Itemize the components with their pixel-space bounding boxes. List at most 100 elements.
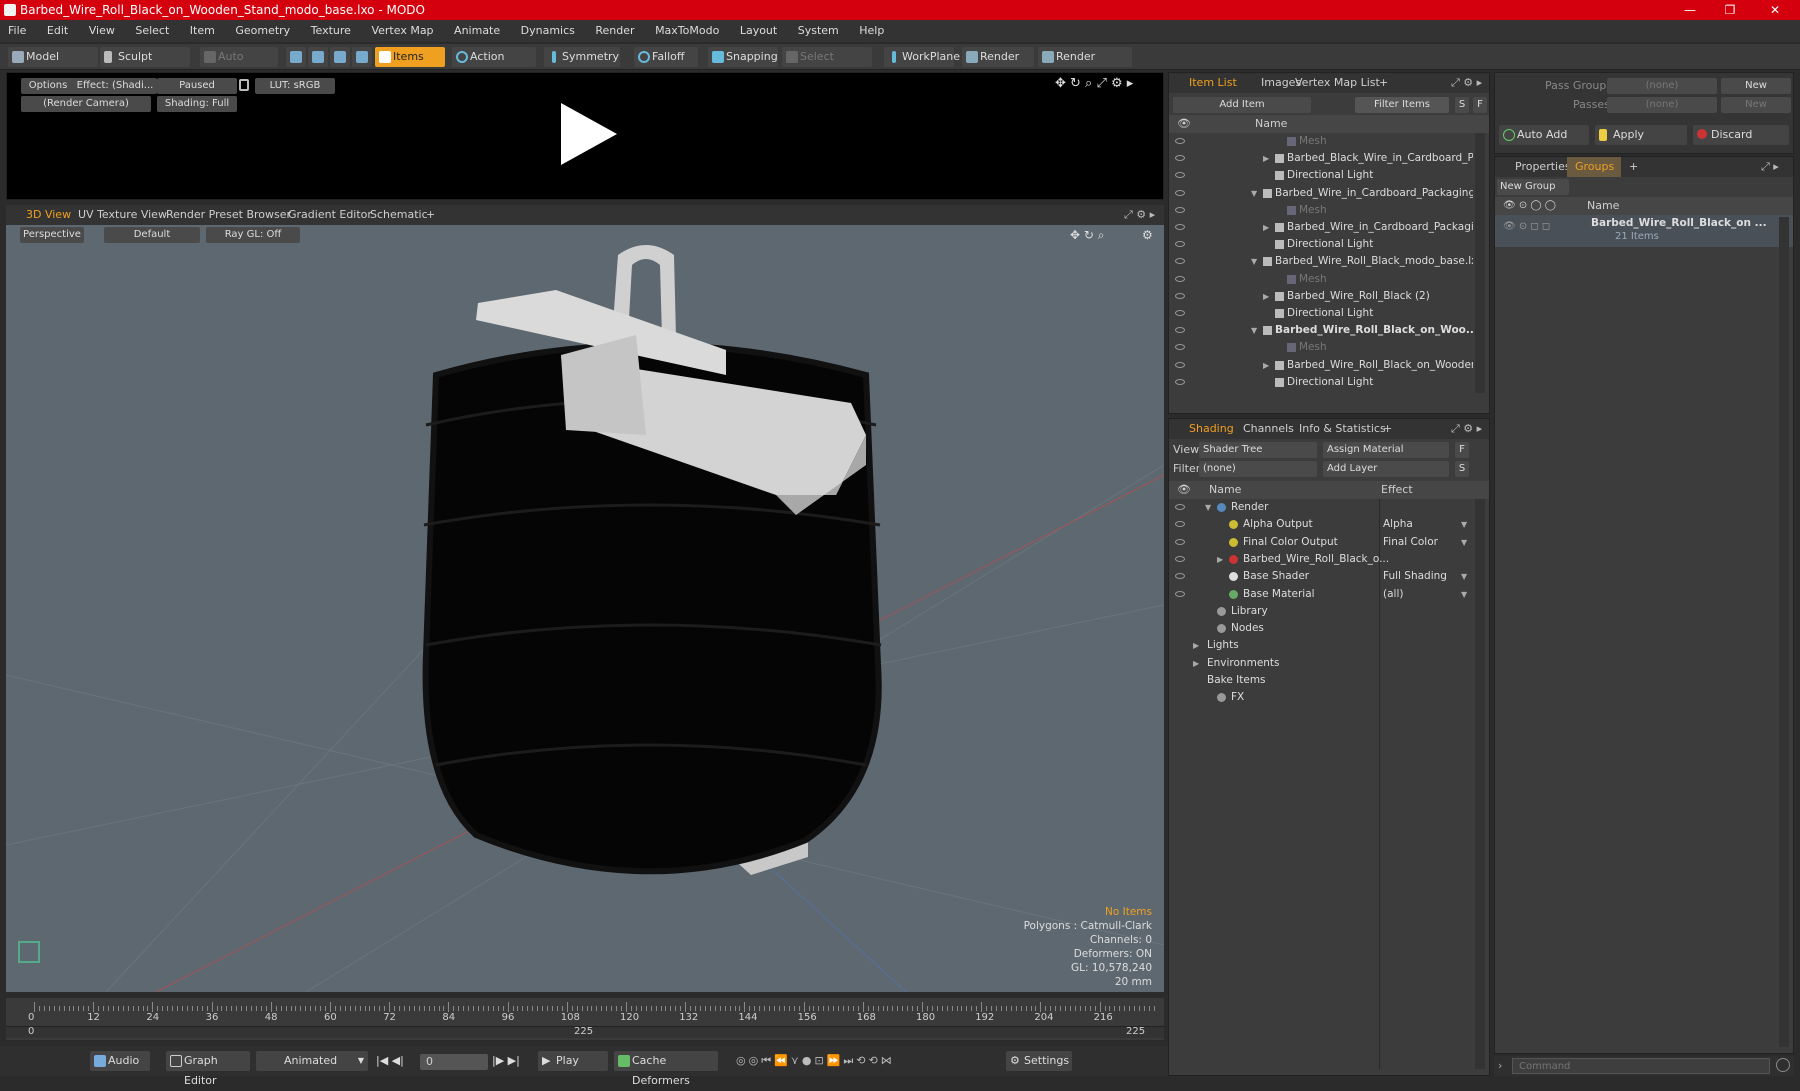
chevron-down-icon[interactable]: ▼ <box>1461 516 1467 533</box>
lock-icon[interactable] <box>239 79 249 91</box>
item-list-row[interactable]: Mesh <box>1169 133 1473 150</box>
tab-channels[interactable]: Channels <box>1243 419 1294 439</box>
play-button[interactable]: ▶ Play <box>538 1051 608 1071</box>
panel-options-icon[interactable]: ⤢ ⚙ ▸ <box>1451 73 1482 93</box>
chevron-right-icon[interactable]: ▶ <box>1263 150 1269 167</box>
visibility-eye-icon[interactable] <box>1175 292 1185 299</box>
settings-button[interactable]: ⚙ Settings <box>1006 1051 1072 1071</box>
viewport-options-icon[interactable]: ⤢ ⚙ ▸ <box>1124 205 1155 225</box>
shader-tree-row[interactable]: ▼ Render <box>1169 499 1473 516</box>
falloff-button[interactable]: Falloff <box>634 47 698 67</box>
chevron-down-icon[interactable]: ▼ <box>1251 253 1257 270</box>
shading-s-button[interactable]: S <box>1455 461 1469 477</box>
chevron-right-icon[interactable]: ▶ <box>1263 357 1269 374</box>
tab-vertex-map-list[interactable]: Vertex Map List <box>1295 73 1380 93</box>
item-list-row[interactable]: ▼ Barbed_Wire_in_Cardboard_Packaging_... <box>1169 185 1473 202</box>
chevron-right-icon[interactable]: ▶ <box>1263 288 1269 305</box>
shader-tree-scrollbar[interactable] <box>1475 499 1485 1069</box>
chevron-right-icon[interactable]: ▶ <box>1217 551 1223 568</box>
shader-tree-row[interactable]: Base Shader Full Shading ▼ <box>1169 568 1473 585</box>
pass-groups-dropdown[interactable]: (none) <box>1607 78 1717 94</box>
item-list-row[interactable]: ▶ Barbed_Wire_Roll_Black_on_Wooden ... <box>1169 357 1473 374</box>
menu-dynamics[interactable]: Dynamics <box>521 24 575 37</box>
chevron-right-icon[interactable]: ▶ <box>1263 219 1269 236</box>
item-list-row[interactable]: Mesh <box>1169 202 1473 219</box>
audio-button[interactable]: Audio <box>90 1051 150 1071</box>
shader-effect-dropdown[interactable]: (all) <box>1383 586 1403 603</box>
item-list-row[interactable]: ▶ Barbed_Black_Wire_in_Cardboard_Pa... <box>1169 150 1473 167</box>
chevron-down-icon[interactable]: ▼ <box>1461 586 1467 603</box>
visibility-eye-icon[interactable] <box>1175 378 1185 385</box>
filter-items-input[interactable]: Filter Items <box>1355 97 1449 113</box>
timeline-range-bar[interactable]: 0 225 225 <box>6 1026 1164 1038</box>
item-list-row[interactable]: Mesh <box>1169 339 1473 356</box>
new-pass-button[interactable]: New <box>1721 97 1791 113</box>
raygl-dropdown[interactable]: Ray GL: Off <box>206 227 300 243</box>
preview-paused-button[interactable]: Paused <box>157 78 237 94</box>
visibility-eye-icon[interactable] <box>1175 555 1185 562</box>
perspective-dropdown[interactable]: Perspective <box>20 227 84 243</box>
menu-layout[interactable]: Layout <box>740 24 777 37</box>
command-history-icon[interactable] <box>1776 1058 1790 1072</box>
view-dropdown[interactable]: Shader Tree <box>1199 442 1317 458</box>
visibility-eye-icon[interactable] <box>1175 344 1185 351</box>
select-through-button[interactable]: Select Through <box>782 47 872 83</box>
symmetry-button[interactable]: Symmetry <box>544 47 620 67</box>
shader-effect-dropdown[interactable]: Full Shading <box>1383 568 1447 585</box>
tab-render-preset-browser[interactable]: Render Preset Browser <box>166 205 291 225</box>
add-tab-button[interactable]: + <box>1629 157 1638 177</box>
action-center-button[interactable]: Action Center <box>452 47 536 83</box>
auto-add-button[interactable]: Auto Add <box>1499 125 1589 145</box>
visibility-eye-icon[interactable] <box>1175 224 1185 230</box>
materials-mode-button[interactable] <box>352 47 372 67</box>
tab-3d-view[interactable]: 3D View <box>26 205 71 225</box>
vertices-mode-button[interactable] <box>286 47 306 67</box>
visibility-eye-icon[interactable] <box>1175 275 1185 282</box>
animated-dropdown[interactable]: Animated ▼ <box>256 1051 368 1071</box>
menu-animate[interactable]: Animate <box>454 24 500 37</box>
add-tab-button[interactable]: + <box>426 205 435 225</box>
polygons-mode-button[interactable] <box>330 47 350 67</box>
chevron-down-icon[interactable]: ▼ <box>1461 534 1467 551</box>
sculpt-mode-button[interactable]: Sculpt <box>100 47 190 67</box>
chevron-right-icon[interactable]: ▶ <box>1193 637 1199 654</box>
item-list-scrollbar[interactable] <box>1475 133 1485 393</box>
menu-texture[interactable]: Texture <box>311 24 351 37</box>
preview-options-button[interactable]: Options <box>21 78 75 94</box>
maximize-button[interactable]: ❐ <box>1710 0 1750 20</box>
menu-help[interactable]: Help <box>859 24 884 37</box>
add-tab-button[interactable]: + <box>1383 419 1392 439</box>
new-pass-group-button[interactable]: New <box>1721 78 1791 94</box>
menu-system[interactable]: System <box>798 24 839 37</box>
shader-tree-row[interactable]: ▶ Lights <box>1169 637 1473 654</box>
item-list-row[interactable]: Directional Light <box>1169 374 1473 391</box>
item-list-row[interactable]: ▶ Barbed_Wire_Roll_Black (2) <box>1169 288 1473 305</box>
groups-scrollbar[interactable] <box>1779 217 1789 1047</box>
cache-deformers-button[interactable]: Cache Deformers <box>614 1051 718 1087</box>
tab-groups[interactable]: Groups <box>1567 157 1621 177</box>
group-row[interactable]: 👁 ⊙ ◻ ◻ Barbed_Wire_Roll_Black_on ... 21… <box>1495 215 1793 247</box>
visibility-eye-icon[interactable] <box>1175 310 1185 316</box>
shader-tree-row[interactable]: Base Material (all) ▼ <box>1169 586 1473 603</box>
shading-dropdown[interactable]: Shading: Full <box>157 96 237 112</box>
shader-effect-dropdown[interactable]: Alpha <box>1383 516 1413 533</box>
visibility-eye-icon[interactable] <box>1175 258 1185 265</box>
shader-tree-row[interactable]: Alpha Output Alpha ▼ <box>1169 516 1473 533</box>
item-list-row[interactable]: Mesh <box>1169 271 1473 288</box>
chevron-down-icon[interactable]: ▼ <box>1251 322 1257 339</box>
menu-vertex-map[interactable]: Vertex Map <box>371 24 433 37</box>
tab-properties[interactable]: Properties <box>1515 157 1571 177</box>
visibility-eye-icon[interactable] <box>1175 206 1185 213</box>
edges-mode-button[interactable] <box>308 47 328 67</box>
preview-nav-icon[interactable]: ✥ ↻ ⌕ ⤢ ⚙ ▸ <box>1055 76 1133 91</box>
visibility-eye-icon[interactable] <box>1175 172 1185 179</box>
render-window-button[interactable]: Render Window <box>1038 47 1132 83</box>
filter-dropdown[interactable]: (none) <box>1199 461 1317 477</box>
items-mode-button[interactable]: Items <box>375 47 445 67</box>
3d-viewport[interactable]: Perspective Default Ray GL: Off ✥ ↻ ⌕ ⚙ … <box>6 225 1164 992</box>
step-forward-icons[interactable]: |▶ ▶| <box>492 1054 520 1067</box>
visibility-eye-icon[interactable] <box>1175 573 1185 580</box>
filter-f-button[interactable]: F <box>1473 97 1487 113</box>
shader-tree-row[interactable]: Library <box>1169 603 1473 620</box>
visibility-eye-icon[interactable] <box>1175 538 1185 545</box>
